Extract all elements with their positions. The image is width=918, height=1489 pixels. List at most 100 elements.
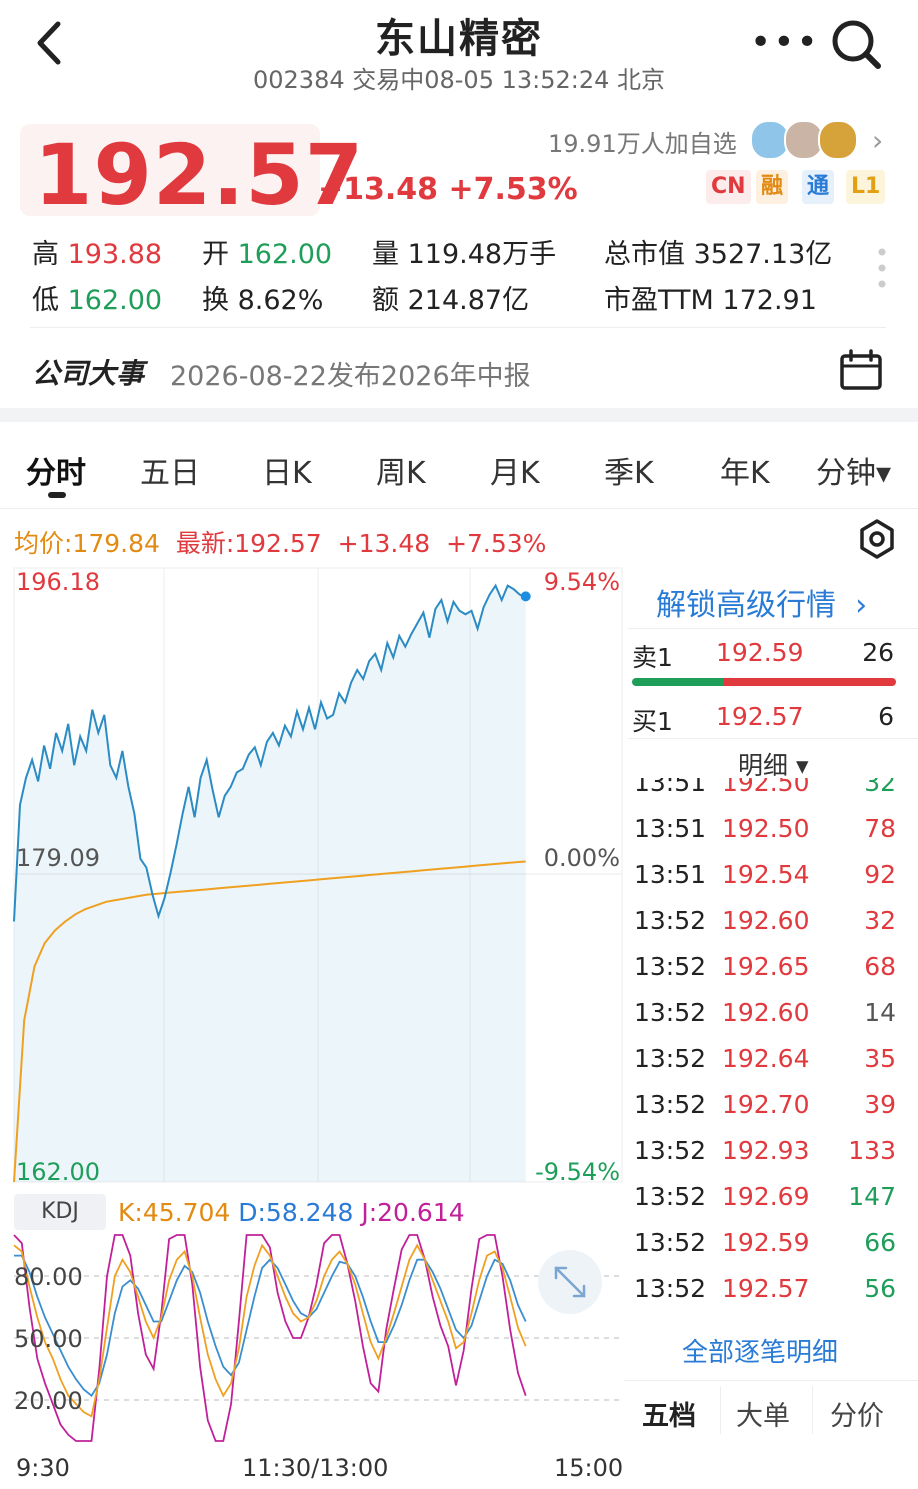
- tick-price: 192.50: [722, 814, 810, 843]
- detail-dropdown[interactable]: 明细 ▾: [738, 746, 809, 782]
- tick-price: 192.60: [722, 998, 810, 1027]
- chevron-right-icon[interactable]: ›: [872, 124, 883, 157]
- kdj-values: K:45.704 D:58.248 J:20.614: [118, 1198, 465, 1227]
- vertical-dots-icon[interactable]: [876, 246, 888, 290]
- settings-gear-icon[interactable]: [856, 518, 898, 560]
- time-tick-mid: 11:30/13:00: [242, 1454, 389, 1482]
- tag-cn: CN: [706, 170, 751, 204]
- tick-time: 13:51: [634, 860, 707, 889]
- tab-weekly-k[interactable]: 周K: [376, 448, 426, 492]
- divider: [0, 508, 918, 509]
- tick-time: 13:52: [634, 1136, 707, 1165]
- tab-intraday[interactable]: 分时: [26, 448, 86, 492]
- bid1-price: 192.57: [716, 702, 804, 731]
- y-left-bottom: 162.00: [16, 1158, 100, 1186]
- avg-price: 均价:179.84: [14, 529, 160, 558]
- bid1-volume: 6: [878, 702, 894, 731]
- calendar-icon[interactable]: [838, 348, 884, 392]
- tick-volume: 78: [864, 814, 896, 843]
- price-plot-area: 196.18 179.09 162.00 9.54% 0.00% -9.54%: [13, 567, 623, 1186]
- tick-list[interactable]: 13:51 192.50 32 13:51 192.50 78 13:51 192.54 92 1…: [628, 778, 918, 1308]
- tick-volume: 56: [864, 1274, 896, 1303]
- y-right-bottom: -9.54%: [535, 1158, 620, 1186]
- kdj-k-line: [13, 1243, 527, 1418]
- tick-row: 13:51 192.54 92: [628, 860, 918, 906]
- divider: [624, 1380, 918, 1381]
- stat-volume: 量 119.48万手: [372, 239, 557, 270]
- tab-quarterly-k[interactable]: 季K: [604, 448, 654, 492]
- tick-time: 13:52: [634, 1274, 707, 1303]
- tick-price: 192.59: [722, 1228, 810, 1257]
- divider: [628, 628, 918, 629]
- buy-ratio-bar: [632, 678, 724, 686]
- kdj-indicator-button[interactable]: KDJ: [14, 1194, 106, 1230]
- tick-row: 13:51 192.50 78: [628, 814, 918, 860]
- tick-volume: 32: [864, 906, 896, 935]
- tab-yearly-k[interactable]: 年K: [720, 448, 770, 492]
- tick-volume: 14: [864, 998, 896, 1027]
- section-separator: [0, 408, 918, 422]
- tick-row: 13:52 192.69 147: [628, 1182, 918, 1228]
- tick-price: 192.64: [722, 1044, 810, 1073]
- kdj-label-20: 20.00: [14, 1387, 83, 1415]
- time-tick-start: 9:30: [16, 1454, 70, 1482]
- search-icon[interactable]: [828, 16, 884, 72]
- tick-row: 13:52 192.93 133: [628, 1136, 918, 1182]
- tick-volume: 66: [864, 1228, 896, 1257]
- kdj-d-value: D:58.248: [238, 1198, 354, 1227]
- tick-volume: 32: [864, 778, 896, 797]
- kdj-j-value: J:20.614: [361, 1198, 465, 1227]
- latest-change: +13.48: [337, 529, 431, 558]
- tag-connect: 通: [802, 170, 835, 204]
- y-left-mid: 179.09: [16, 844, 100, 872]
- watchers-count[interactable]: 19.91万人加自选: [548, 124, 737, 159]
- tick-price: 192.50: [722, 778, 810, 797]
- tick-price: 192.57: [722, 1274, 810, 1303]
- tick-volume: 68: [864, 952, 896, 981]
- tick-volume: 39: [864, 1090, 896, 1119]
- tick-row: 13:51 192.50 32: [628, 778, 918, 814]
- intraday-chart[interactable]: 196.18 179.09 162.00 9.54% 0.00% -9.54% …: [0, 560, 624, 1450]
- price-change: +13.48 +7.53%: [318, 172, 578, 207]
- tab-daily-k[interactable]: 日K: [262, 448, 312, 492]
- tick-row: 13:52 192.65 68: [628, 952, 918, 998]
- tick-price: 192.65: [722, 952, 810, 981]
- tag-l1: L1: [846, 170, 886, 204]
- more-options-icon[interactable]: •••: [750, 22, 820, 63]
- kdj-label-50: 50.00: [14, 1325, 83, 1353]
- tab-minute[interactable]: 分钟▾: [816, 448, 891, 492]
- tick-time: 13:52: [634, 1228, 707, 1257]
- tag-margin: 融: [756, 170, 789, 204]
- tick-price: 192.93: [722, 1136, 810, 1165]
- company-events-text[interactable]: 2026-08-22发布2026年中报: [170, 354, 531, 393]
- unlock-advanced-quotes-link[interactable]: 解锁高级行情 ›: [656, 580, 867, 624]
- last-price-dot: [520, 591, 531, 602]
- tick-row: 13:52 192.59 66: [628, 1228, 918, 1274]
- tick-time: 13:52: [634, 952, 707, 981]
- stat-low: 低 162.00: [32, 285, 163, 316]
- tab-order-book[interactable]: 五档: [642, 1394, 696, 1433]
- avatar: [818, 120, 858, 160]
- tick-row: 13:52 192.64 35: [628, 1044, 918, 1090]
- ask1-price: 192.59: [716, 638, 804, 667]
- tick-volume: 92: [864, 860, 896, 889]
- active-tab-indicator: [48, 492, 66, 498]
- tab-big-orders[interactable]: 大单: [736, 1394, 790, 1433]
- tab-five-day[interactable]: 五日: [140, 448, 200, 492]
- stat-high: 高 193.88: [32, 239, 163, 270]
- tick-volume: 147: [848, 1182, 896, 1211]
- tick-price: 192.70: [722, 1090, 810, 1119]
- tab-separator: [720, 1386, 721, 1434]
- tab-monthly-k[interactable]: 月K: [490, 448, 540, 492]
- chart-info-row: 均价:179.84 最新:192.57 +13.48 +7.53%: [14, 524, 546, 560]
- time-tick-end: 15:00: [554, 1454, 624, 1482]
- all-ticks-link[interactable]: 全部逐笔明细: [682, 1332, 838, 1369]
- current-price: 192.57: [34, 126, 365, 224]
- tick-time: 13:51: [634, 814, 707, 843]
- tab-price-distribution[interactable]: 分价: [830, 1394, 884, 1433]
- tick-row: 13:52 192.60 14: [628, 998, 918, 1044]
- tick-row: 13:52 192.70 39: [628, 1090, 918, 1136]
- y-left-top: 196.18: [16, 568, 100, 596]
- stat-market-cap: 总市值 3527.13亿: [604, 239, 833, 270]
- tick-row: 13:52 192.60 32: [628, 906, 918, 952]
